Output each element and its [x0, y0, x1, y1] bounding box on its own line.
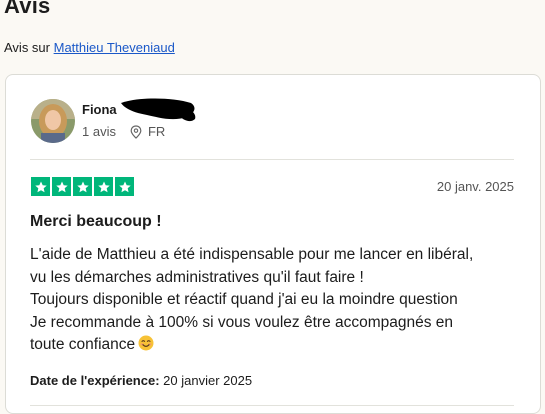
star-icon — [31, 177, 50, 196]
review-body-line: toute confiance — [30, 334, 520, 357]
experience-value: 20 janvier 2025 — [163, 373, 253, 388]
star-rating — [31, 177, 134, 196]
star-icon — [94, 177, 113, 196]
review-body-line: Je recommande à 100% si vous voulez être… — [30, 313, 454, 331]
reviewer-name[interactable]: Fiona — [82, 102, 117, 117]
review-count: 1 avis — [82, 124, 116, 139]
star-icon — [115, 177, 134, 196]
review-body-line-text: toute confiance — [30, 336, 136, 353]
review-body: L'aide de Matthieu a été indispensable p… — [30, 244, 520, 357]
smiling-face-emoji-icon — [138, 335, 154, 351]
divider — [30, 159, 514, 160]
avatar[interactable] — [31, 99, 75, 143]
experience-date: Date de l'expérience: 20 janvier 2025 — [30, 373, 252, 388]
star-icon — [73, 177, 92, 196]
reviewer-meta: 1 avis FR — [82, 124, 165, 139]
star-icon — [52, 177, 71, 196]
subline-prefix: Avis sur — [4, 40, 50, 55]
review-title[interactable]: Merci beaucoup ! — [30, 213, 162, 231]
review-body-line: vu les démarches administratives qu'il f… — [30, 268, 364, 286]
divider — [30, 405, 514, 406]
review-body-line: L'aide de Matthieu a été indispensable p… — [30, 246, 474, 263]
experience-label: Date de l'expérience: — [30, 373, 160, 388]
location-pin-icon — [130, 124, 142, 139]
company-link[interactable]: Matthieu Theveniaud — [54, 40, 175, 55]
page-title: Avis — [4, 0, 51, 18]
redaction-scribble — [121, 98, 196, 122]
review-subject: Avis sur Matthieu Theveniaud — [4, 40, 175, 55]
reviewer-country: FR — [147, 124, 166, 139]
review-date: 20 janv. 2025 — [436, 179, 514, 194]
review-body-line: Toujours disponible et réactif quand j'a… — [30, 291, 458, 308]
review-card: Fiona 1 avis FR 20 janv. 2025 Merci beau… — [5, 74, 541, 414]
